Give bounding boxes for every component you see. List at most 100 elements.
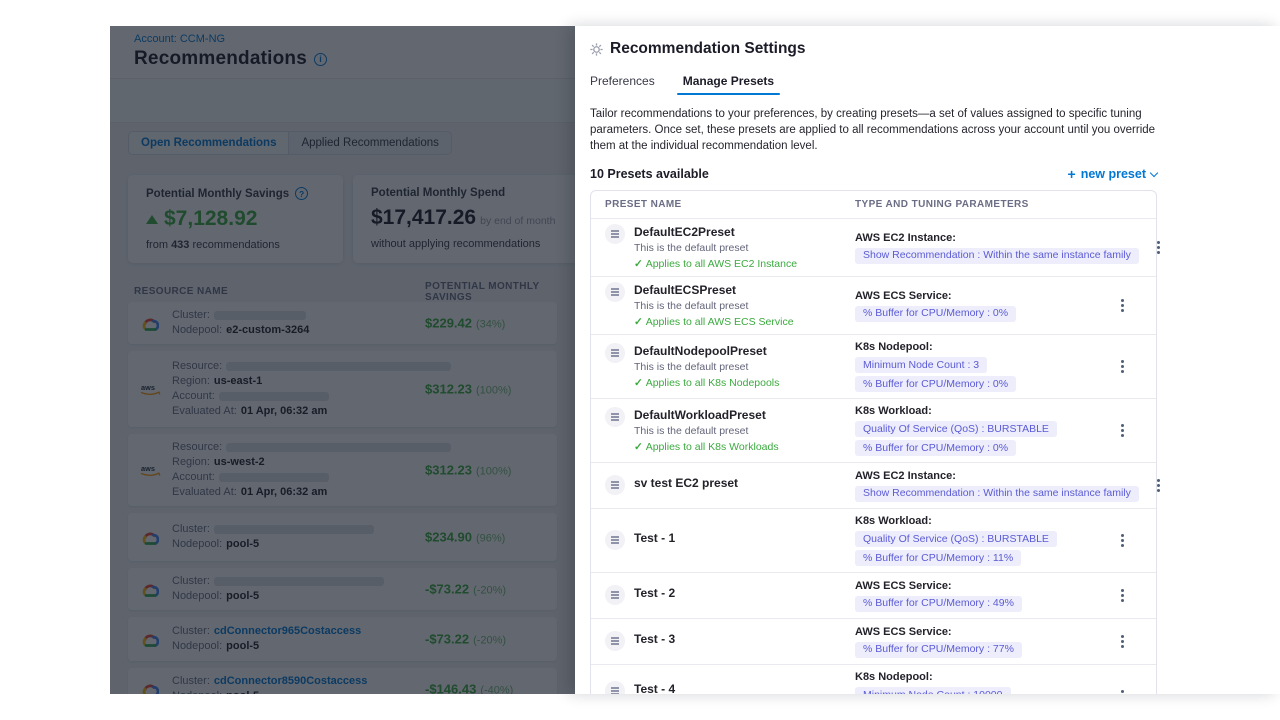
preset-parameters-cell: K8s Nodepool: Minimum Node Count : 10000%… [855,671,1102,694]
preset-name-cell: DefaultEC2Preset This is the default pres… [605,225,855,270]
preset-menu-button[interactable] [1102,539,1142,542]
preset-type: AWS ECS Service: [855,290,1102,302]
tuning-parameter-chips: Show Recommendation : Within the same in… [855,486,1139,502]
preset-icon [605,407,625,427]
tuning-parameter-chip: Show Recommendation : Within the same in… [855,248,1139,264]
tuning-parameter-chips: Minimum Node Count : 10000% Buffer for C… [855,687,1102,694]
preset-type: AWS ECS Service: [855,580,1102,592]
tuning-parameter-chip: Minimum Node Count : 3 [855,357,987,373]
preset-row: DefaultEC2Preset This is the default pres… [591,218,1156,276]
preset-icon [605,530,625,550]
preset-name-stack: DefaultWorkloadPreset This is the default… [634,408,779,453]
preset-menu-button[interactable] [1139,246,1179,249]
preset-icon [605,224,625,244]
kebab-icon [1121,594,1124,597]
preset-name-cell: DefaultWorkloadPreset This is the default… [605,408,855,453]
preset-type: K8s Workload: [855,405,1102,417]
tuning-parameter-chips: Show Recommendation : Within the same in… [855,248,1139,264]
list-lines-icon [611,291,619,292]
list-lines-icon [611,416,619,417]
preset-parameters-cell: K8s Nodepool: Minimum Node Count : 3% Buf… [855,341,1102,392]
preset-row: Test - 4This is the default preset K8s No… [591,664,1156,694]
preset-name-cell: Test - 3 [605,632,855,651]
preset-description: This is the default preset [634,301,794,312]
preset-row: Test - 3 AWS ECS Service:% Buffer for CPU… [591,618,1156,664]
preset-menu-button[interactable] [1102,429,1142,432]
kebab-icon [1157,484,1160,487]
preset-name-cell: Test - 2 [605,586,855,605]
list-lines-icon [611,640,619,641]
preset-type: K8s Workload: [855,515,1102,527]
preset-name-cell: Test - 1 [605,531,855,550]
tuning-parameter-chips: Quality Of Service (QoS) : BURSTABLE% Bu… [855,421,1102,456]
plus-icon [1068,166,1076,182]
check-icon [634,441,646,453]
list-lines-icon [611,352,619,353]
preset-name-cell: DefaultNodepoolPresetThis is the default… [605,344,855,389]
tuning-parameter-chips: % Buffer for CPU/Memory : 77% [855,642,1102,658]
preset-menu-button[interactable] [1139,484,1179,487]
preset-applies-to: Applies to all AWS EC2 Instance [634,259,797,270]
preset-applies-to: Applies to all K8s Workloads [634,442,779,453]
preset-name: Test - 3 [634,632,675,646]
preset-icon [605,343,625,363]
presets-table-body: DefaultEC2Preset This is the default pres… [591,218,1156,694]
tab-preferences[interactable]: Preferences [590,74,655,95]
preset-description: This is the default preset [634,243,797,254]
preset-icon [605,585,625,605]
preset-name-stack: Test - 3 [634,632,675,646]
recommendation-settings-drawer: Recommendation Settings Preferences Mana… [575,26,1280,694]
preset-parameters-cell: K8s Workload: Quality Of Service (QoS) : … [855,405,1102,456]
preset-applies-to: Applies to all K8s Nodepools [634,378,779,389]
preset-name: Test - 2 [634,586,675,600]
preset-row: sv test EC2 preset AWS EC2 Instance: Show … [591,462,1156,508]
preset-icon [605,475,625,495]
preset-parameters-cell: AWS ECS Service: % Buffer for CPU/Memory … [855,580,1102,612]
tuning-parameter-chip: % Buffer for CPU/Memory : 77% [855,642,1022,658]
preset-row: DefaultECSPreset This is the default pres… [591,276,1156,334]
list-lines-icon [611,539,619,540]
preset-type: AWS EC2 Instance: [855,470,1139,482]
preset-type: K8s Nodepool: [855,341,1102,353]
preset-name-stack: Test - 1 [634,531,675,545]
preset-menu-button[interactable] [1102,594,1142,597]
preset-name-stack: DefaultNodepoolPresetThis is the default… [634,344,779,389]
preset-description: This is the default preset [634,426,779,437]
list-lines-icon [611,233,619,234]
preset-name: DefaultEC2Preset [634,225,797,239]
tuning-parameter-chip: % Buffer for CPU/Memory : 11% [855,550,1021,566]
check-icon [634,316,646,328]
list-lines-icon [611,594,619,595]
preset-icon [605,282,625,302]
preset-name: DefaultNodepoolPreset [634,344,779,358]
preset-name-stack: DefaultEC2Preset This is the default pres… [634,225,797,270]
preset-menu-button[interactable] [1102,304,1142,307]
preset-type: AWS EC2 Instance: [855,232,1139,244]
preset-name-stack: Test - 2 [634,586,675,600]
preset-row: Test - 1K8s Workload:Quality Of Service … [591,508,1156,572]
kebab-icon [1121,304,1124,307]
preset-name-cell: Test - 4This is the default preset [605,682,855,694]
preset-name: sv test EC2 preset [634,476,738,490]
tuning-parameter-chips: Minimum Node Count : 3% Buffer for CPU/M… [855,357,1102,392]
tab-manage-presets[interactable]: Manage Presets [683,74,774,95]
preset-parameters-cell: AWS ECS Service:% Buffer for CPU/Memory … [855,290,1102,322]
preset-parameters-cell: AWS EC2 Instance: Show Recommendation : W… [855,470,1139,502]
kebab-icon [1121,365,1124,368]
preset-menu-button[interactable] [1102,640,1142,643]
tuning-parameter-chip: % Buffer for CPU/Memory : 49% [855,596,1022,612]
preset-menu-button[interactable] [1102,365,1142,368]
preset-parameters-cell: AWS ECS Service:% Buffer for CPU/Memory … [855,626,1102,658]
list-lines-icon [611,484,619,485]
preset-name-stack: sv test EC2 preset [634,476,738,490]
new-preset-button[interactable]: new preset [1068,166,1158,182]
preset-name: DefaultECSPreset [634,283,794,297]
modal-scrim[interactable] [110,26,575,694]
preset-type: K8s Nodepool: [855,671,1102,683]
drawer-title: Recommendation Settings [610,40,806,58]
preset-name: DefaultWorkloadPreset [634,408,779,422]
check-icon [634,258,646,270]
settings-tab-bar: Preferences Manage Presets [590,74,1280,95]
preset-name-stack: Test - 4This is the default preset [634,682,748,694]
recommendations-page: Account: CCM-NG Recommendations Open Rec… [110,26,575,694]
